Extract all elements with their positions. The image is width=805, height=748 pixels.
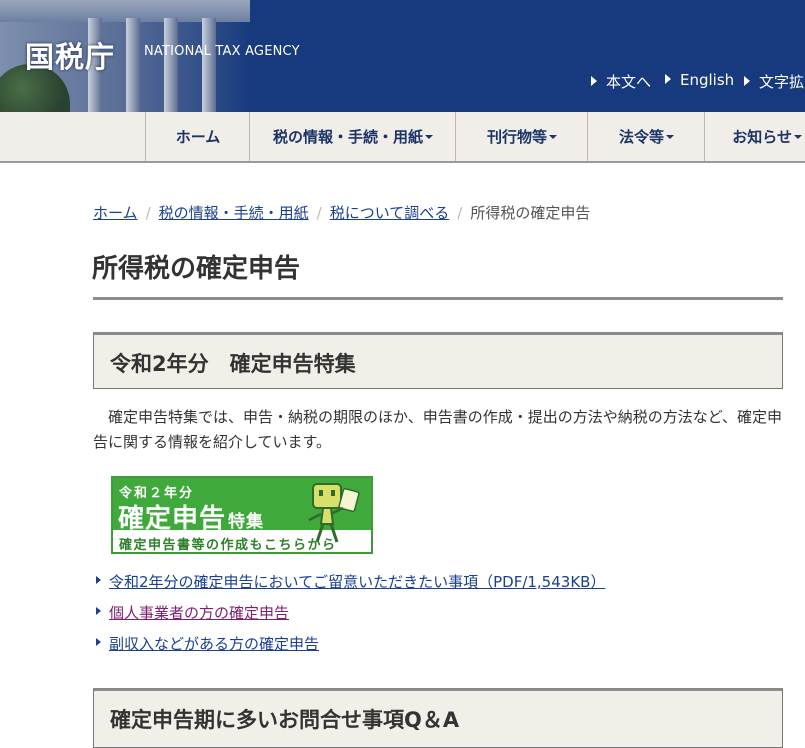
nav-tax-info[interactable]: 税の情報・手続・用紙 <box>249 112 456 161</box>
triangle-right-icon <box>591 76 597 86</box>
triangle-right-icon <box>665 74 671 84</box>
list-item: 個人事業者の方の確定申告 <box>93 602 605 633</box>
section-link-list: 令和2年分の確定申告においてご留意いただきたい事項（PDF/1,543KB） 個… <box>93 571 605 664</box>
triangle-bullet-icon <box>96 576 101 584</box>
nav-publications[interactable]: 刊行物等 <box>455 112 588 161</box>
triangle-bullet-icon <box>96 638 101 646</box>
triangle-bullet-icon <box>96 607 101 615</box>
list-item: 令和2年分の確定申告においてご留意いただきたい事項（PDF/1,543KB） <box>93 571 605 602</box>
caret-down-icon <box>794 134 802 139</box>
section-heading-2: 確定申告期に多いお問合せ事項Q＆A <box>110 708 460 732</box>
global-nav: ホーム 税の情報・手続・用紙 刊行物等 法令等 お知らせ <box>0 112 805 163</box>
banner-sub-text: 確定申告書等の作成もこちらから <box>119 538 337 553</box>
caret-down-icon <box>549 134 557 139</box>
breadcrumb-tax-info[interactable]: 税の情報・手続・用紙 <box>159 204 309 222</box>
breadcrumb: ホーム / 税の情報・手続・用紙 / 税について調べる / 所得税の確定申告 <box>93 204 591 222</box>
list-item: 副収入などがある方の確定申告 <box>93 633 605 664</box>
link-side-income[interactable]: 副収入などがある方の確定申告 <box>109 635 319 653</box>
nav-laws[interactable]: 法令等 <box>587 112 705 161</box>
caret-down-icon <box>666 134 674 139</box>
skip-to-content-link[interactable]: 本文へ <box>591 71 651 92</box>
text-enlarge-link[interactable]: 文字拡大 <box>744 71 805 92</box>
nav-notices[interactable]: お知らせ <box>704 112 805 161</box>
section-intro-text: 確定申告特集では、申告・納税の期限のほか、申告書の作成・提出の方法や納税の方法な… <box>93 408 782 451</box>
triangle-right-icon <box>744 76 750 86</box>
site-header: 国税庁 NATIONAL TAX AGENCY 本文へ English 文字拡大 <box>0 0 805 112</box>
site-logo-title[interactable]: 国税庁 <box>25 34 115 76</box>
nav-home[interactable]: ホーム <box>145 112 250 161</box>
section-heading: 令和2年分 確定申告特集 <box>110 352 356 376</box>
section-heading-box-2: 確定申告期に多いお問合せ事項Q＆A <box>93 688 783 748</box>
page-title: 所得税の確定申告 <box>92 254 301 284</box>
banner-main-text: 確定申告 特集 <box>118 504 265 534</box>
breadcrumb-current: 所得税の確定申告 <box>470 204 591 222</box>
caret-down-icon <box>425 134 433 139</box>
breadcrumb-home[interactable]: ホーム <box>93 204 138 222</box>
english-link[interactable]: English <box>665 71 734 89</box>
breadcrumb-research-tax[interactable]: 税について調べる <box>330 204 450 222</box>
title-divider <box>93 297 783 300</box>
section-heading-box: 令和2年分 確定申告特集 <box>93 332 783 389</box>
link-notes-pdf[interactable]: 令和2年分の確定申告においてご留意いただきたい事項（PDF/1,543KB） <box>109 573 605 591</box>
link-sole-proprietor[interactable]: 個人事業者の方の確定申告 <box>109 604 289 622</box>
site-logo-subtitle: NATIONAL TAX AGENCY <box>144 44 300 59</box>
kakutei-shinkoku-banner[interactable]: 令和２年分 確定申告 特集 確定申告書等の作成もこちらから <box>111 476 373 554</box>
